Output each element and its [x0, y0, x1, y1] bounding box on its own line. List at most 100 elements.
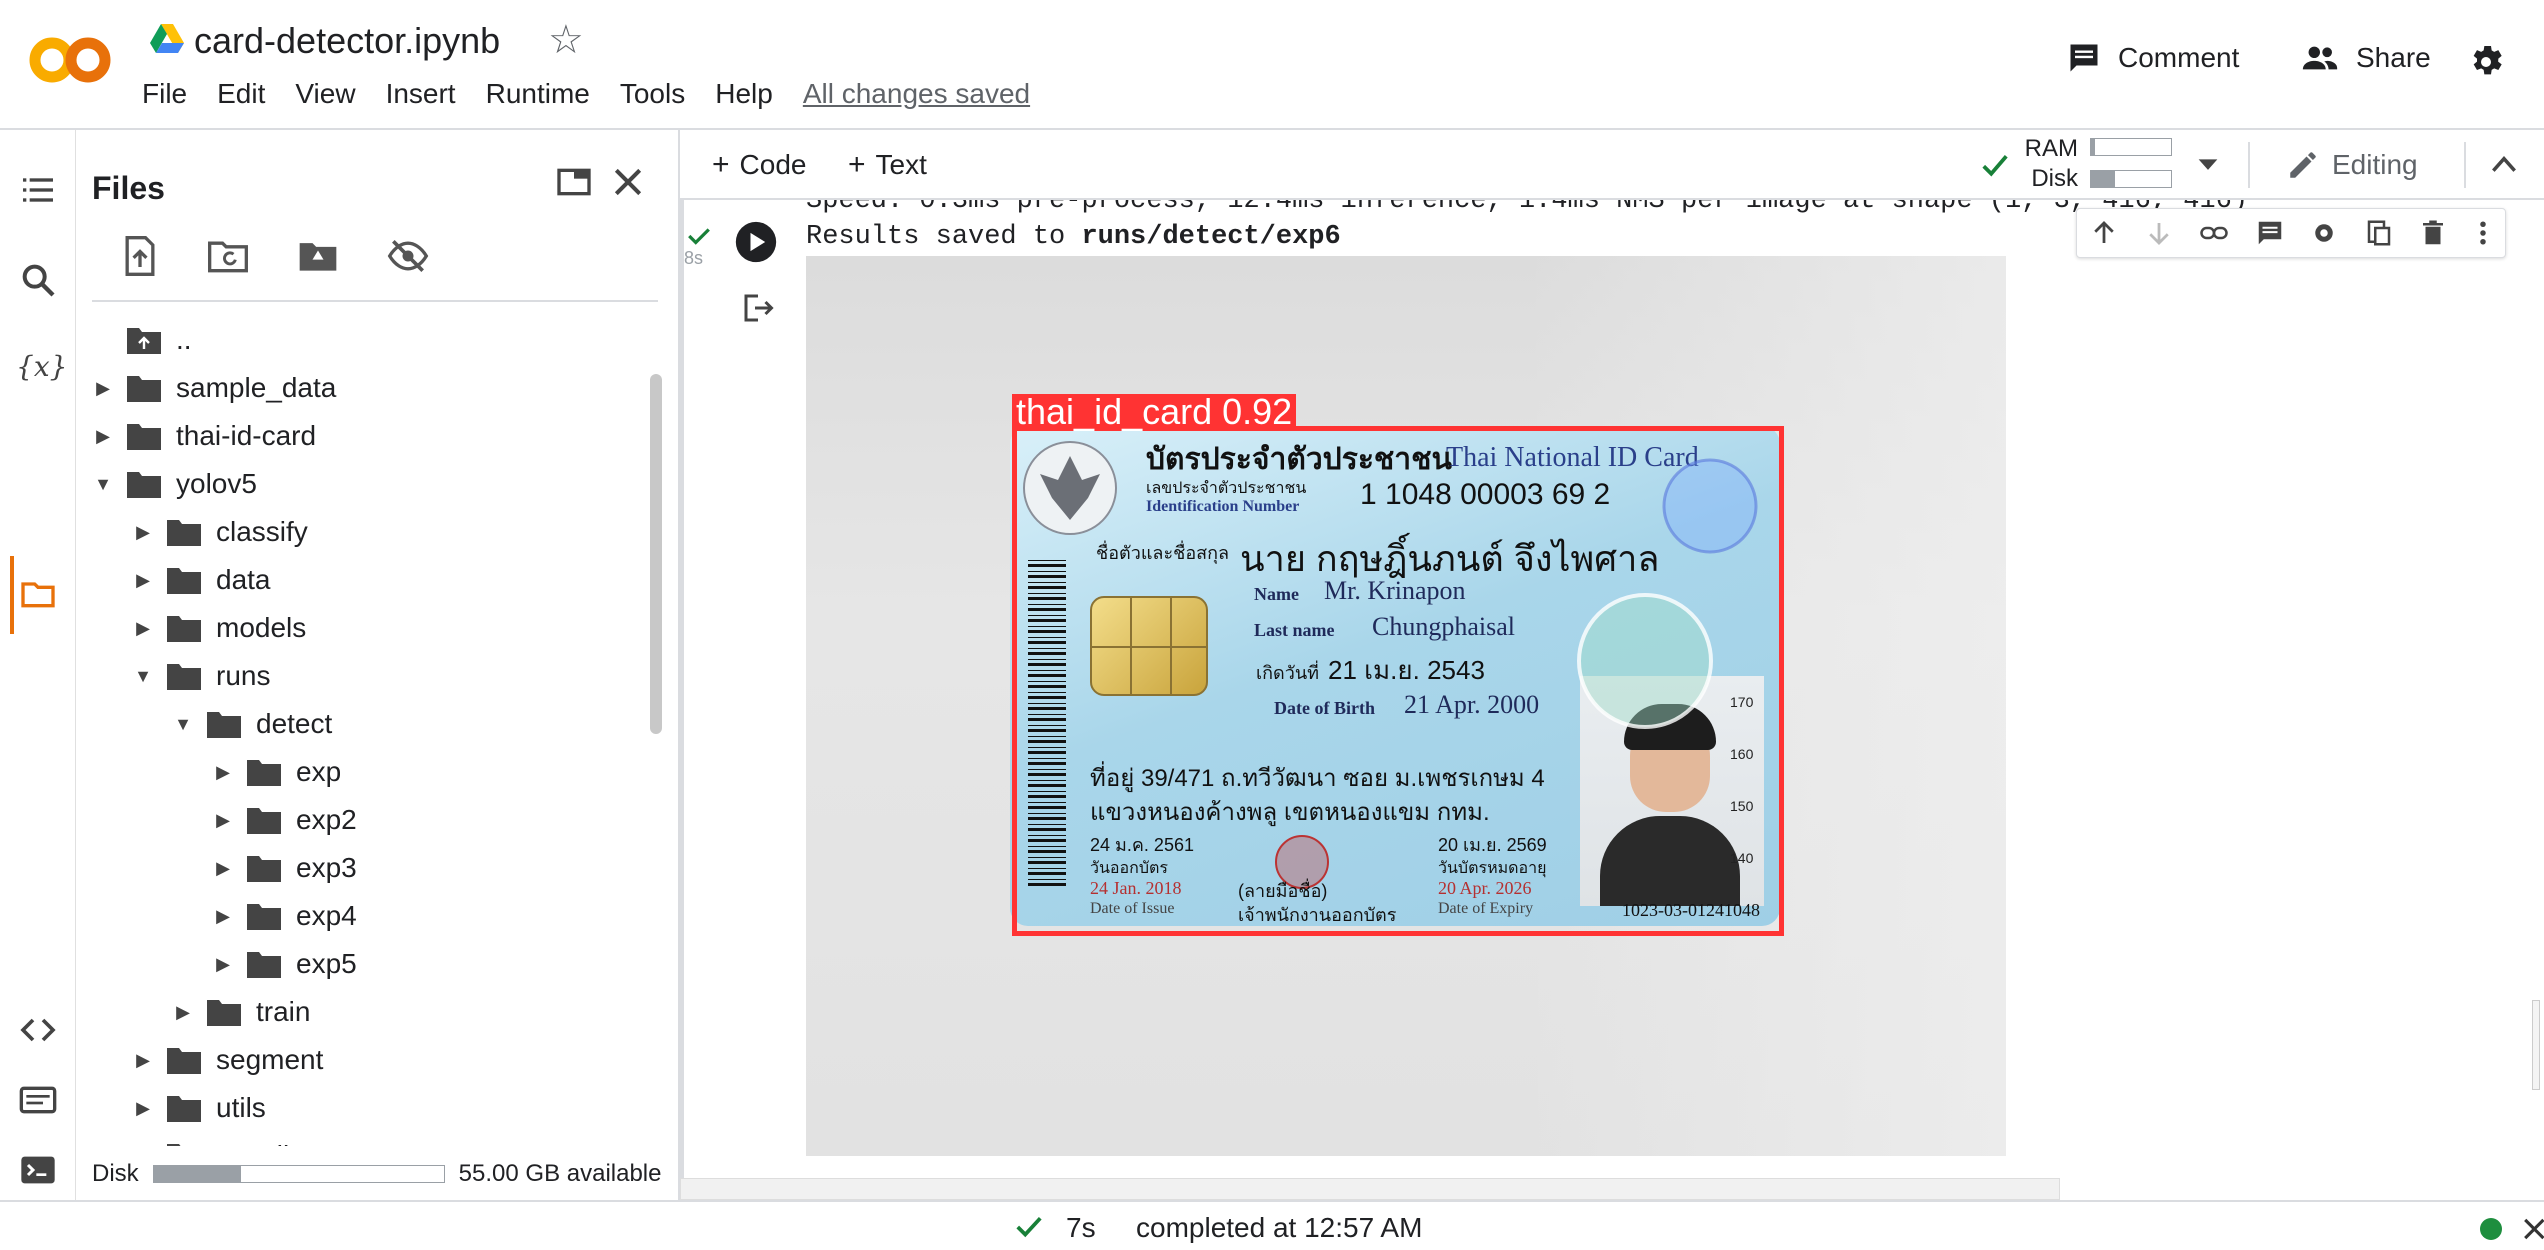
folder-icon [126, 469, 162, 499]
caret-right-icon[interactable]: ▶ [212, 761, 234, 783]
tree-folder-data[interactable]: ▶ data [132, 558, 270, 602]
tree-folder-train[interactable]: ▶ train [172, 990, 310, 1034]
editing-mode-button[interactable]: Editing [2286, 148, 2418, 182]
tree-folder-exp[interactable]: ▶ exp [212, 750, 341, 794]
move-down-icon[interactable] [2144, 218, 2174, 248]
menu-help[interactable]: Help [715, 78, 773, 110]
settings-gear-icon[interactable] [2466, 42, 2506, 82]
divider [2464, 142, 2466, 188]
mirror-cell-icon[interactable] [2364, 218, 2394, 248]
caret-right-icon[interactable]: ▶ [132, 1097, 154, 1119]
comment-icon[interactable] [2255, 218, 2285, 248]
ram-meter[interactable] [2090, 138, 2172, 156]
tree-folder-exp2[interactable]: ▶ exp2 [212, 798, 357, 842]
move-up-icon[interactable] [2089, 218, 2119, 248]
menu-insert[interactable]: Insert [386, 78, 456, 110]
caret-right-icon[interactable]: ▶ [92, 425, 114, 447]
folder-icon [166, 517, 202, 547]
tree-folder-runs[interactable]: ▼ runs [132, 654, 270, 698]
caret-right-icon[interactable]: ▶ [212, 953, 234, 975]
comment-button[interactable]: Comment [2066, 40, 2239, 76]
menu-view[interactable]: View [295, 78, 355, 110]
search-icon[interactable] [18, 260, 58, 300]
connected-check-icon [1982, 155, 2008, 177]
code-snippets-icon[interactable] [18, 1010, 58, 1050]
status-bar: 7s completed at 12:57 AM [0, 1200, 2544, 1250]
delete-icon[interactable] [2418, 218, 2448, 248]
colab-logo[interactable] [28, 30, 112, 90]
disk-usage: Disk 55.00 GB available [92, 1160, 661, 1188]
caret-down-icon[interactable]: ▼ [132, 665, 154, 687]
tree-folder-exp5[interactable]: ▶ exp5 [212, 942, 357, 986]
caret-right-icon[interactable]: ▶ [132, 569, 154, 591]
disk-meter[interactable] [2090, 170, 2172, 188]
add-text-button[interactable]: + Text [848, 148, 927, 182]
variables-icon[interactable]: {𝑥} [16, 350, 67, 390]
folder-icon [246, 757, 282, 787]
horizontal-scrollbar[interactable] [680, 1178, 2060, 1200]
clear-output-icon[interactable] [740, 290, 776, 326]
share-button[interactable]: Share [2300, 40, 2431, 76]
tree-item-label: train [256, 996, 311, 1027]
caret-down-icon[interactable]: ▼ [92, 473, 114, 495]
menu-edit[interactable]: Edit [217, 78, 265, 110]
status-completed[interactable]: completed at 12:57 AM [1136, 1212, 1422, 1244]
folder-icon [206, 709, 242, 739]
add-code-button[interactable]: + Code [712, 148, 806, 182]
tree-parent-directory[interactable]: .. [92, 318, 192, 362]
tree-folder-exp4[interactable]: ▶ exp4 [212, 894, 357, 938]
menu-file[interactable]: File [142, 78, 187, 110]
more-options-icon[interactable] [2473, 218, 2493, 248]
folder-icon [166, 1093, 202, 1123]
folder-icon [206, 997, 242, 1027]
people-icon [2302, 46, 2338, 70]
caret-right-icon[interactable]: ▶ [132, 617, 154, 639]
cell-settings-gear-icon[interactable] [2309, 218, 2339, 248]
tree-folder-utils[interactable]: ▶ utils [132, 1086, 266, 1130]
tree-folder-yolov5[interactable]: ▼ yolov5 [92, 462, 257, 506]
add-text-label: Text [875, 149, 927, 180]
chevron-up-icon[interactable] [2488, 150, 2520, 178]
file-tree-scrollbar[interactable] [650, 374, 662, 734]
link-icon[interactable] [2198, 218, 2230, 248]
menu-tools[interactable]: Tools [620, 78, 685, 110]
connection-status-dot[interactable] [2480, 1218, 2502, 1240]
notebook-title[interactable]: card-detector.ipynb [194, 20, 500, 62]
command-palette-icon[interactable] [18, 1080, 58, 1120]
tree-folder-classify[interactable]: ▶ classify [132, 510, 308, 554]
comment-label: Comment [2118, 42, 2240, 73]
terminal-icon[interactable] [18, 1150, 58, 1190]
detection-bounding-box [1012, 426, 1784, 936]
tree-folder-exp3[interactable]: ▶ exp3 [212, 846, 357, 890]
tree-folder-detect[interactable]: ▼ detect [172, 702, 332, 746]
save-status-link[interactable]: All changes saved [803, 78, 1030, 110]
tree-folder-segment[interactable]: ▶ segment [132, 1038, 323, 1082]
chevron-down-icon[interactable] [2194, 154, 2222, 174]
main-vertical-scrollbar[interactable] [2532, 1000, 2540, 1090]
tree-folder-thai-id-card[interactable]: ▶ thai-id-card [92, 414, 316, 458]
caret-right-icon[interactable]: ▶ [132, 1145, 154, 1147]
caret-right-icon[interactable]: ▶ [212, 857, 234, 879]
caret-right-icon[interactable]: ▶ [212, 809, 234, 831]
disk-meter-fill [2091, 171, 2115, 187]
caret-right-icon[interactable]: ▶ [132, 1049, 154, 1071]
files-icon[interactable] [18, 574, 58, 614]
caret-down-icon[interactable]: ▼ [172, 713, 194, 735]
table-of-contents-icon[interactable] [18, 170, 58, 210]
run-cell-button[interactable] [734, 220, 778, 264]
tree-folder-wandb[interactable]: ▶ wandb [132, 1134, 299, 1146]
output-speed-line: Speed: 0.3ms pre-process, 12.4ms inferen… [806, 200, 2249, 216]
caret-right-icon[interactable]: ▶ [172, 1001, 194, 1023]
close-status-icon[interactable] [2522, 1216, 2544, 1242]
caret-right-icon[interactable]: ▶ [212, 905, 234, 927]
files-panel: Files .. ▶ sample_data ▶ thai-id-card ▼ yolov5… [76, 130, 680, 1200]
resources-labels[interactable]: RAM Disk [2024, 134, 2078, 194]
menu-runtime[interactable]: Runtime [486, 78, 590, 110]
star-icon[interactable]: ☆ [548, 18, 584, 62]
folder-icon [166, 1141, 202, 1146]
tree-folder-sample-data[interactable]: ▶ sample_data [92, 366, 336, 410]
ram-meter-fill [2091, 139, 2095, 155]
caret-right-icon[interactable]: ▶ [92, 377, 114, 399]
caret-right-icon[interactable]: ▶ [132, 521, 154, 543]
tree-folder-models[interactable]: ▶ models [132, 606, 306, 650]
